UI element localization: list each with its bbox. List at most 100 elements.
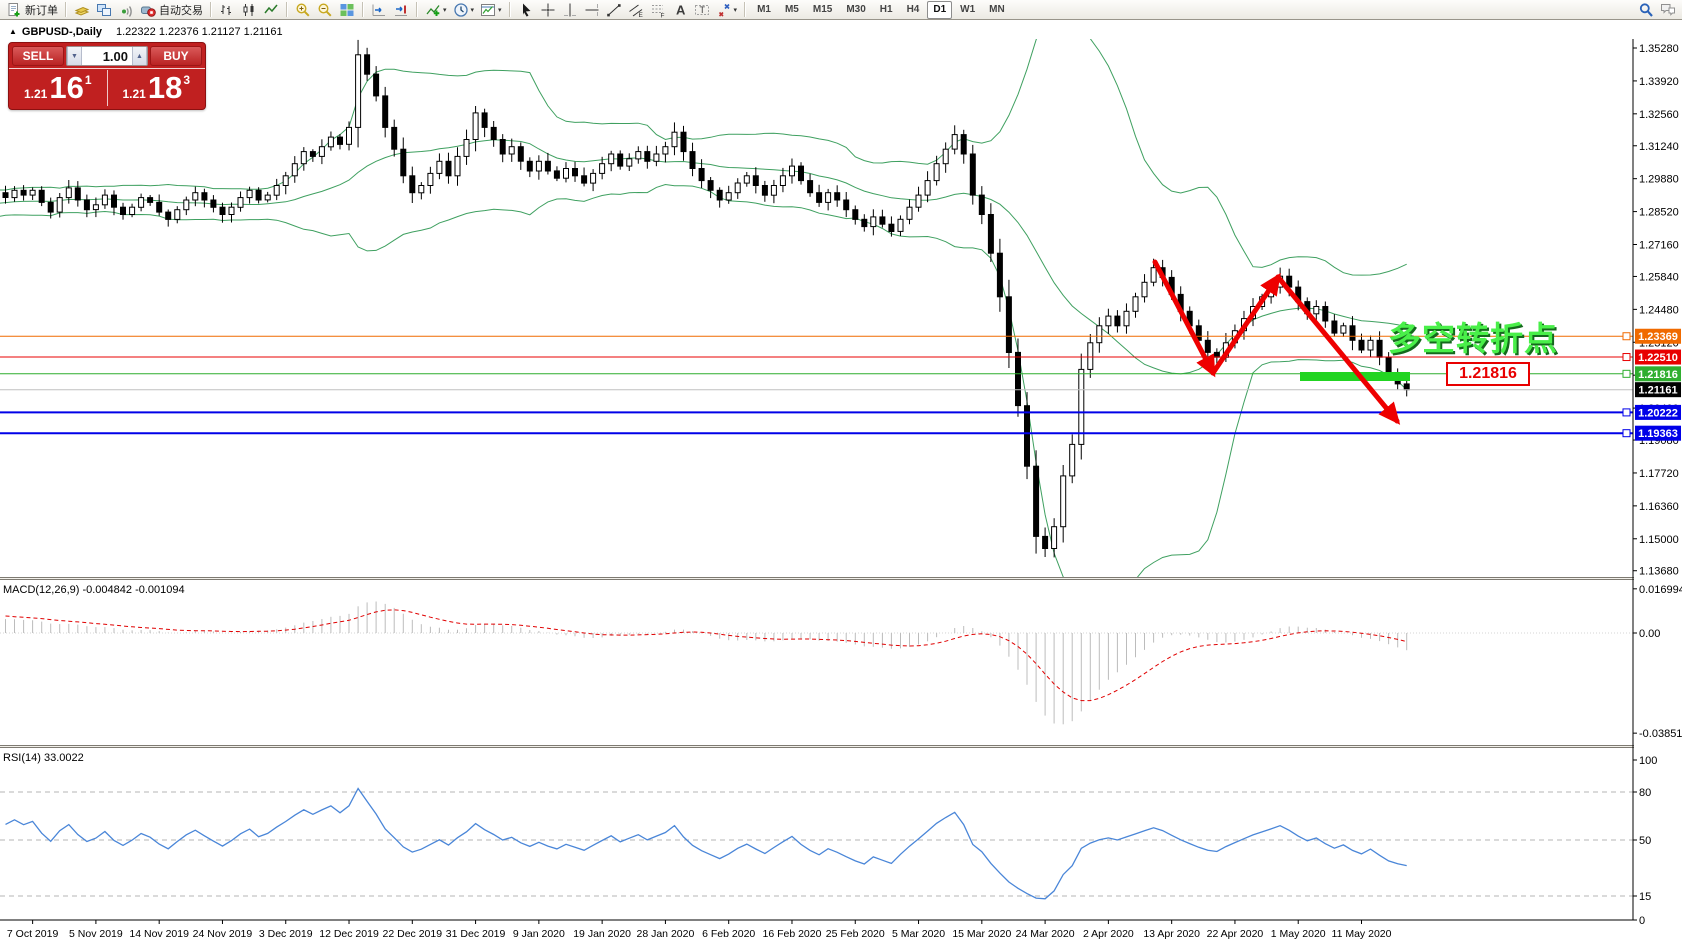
timeframe-w1-button[interactable]: W1 [954, 1, 981, 19]
templates-button[interactable]: ▾ [477, 1, 505, 19]
timeframe-h1-button[interactable]: H1 [874, 1, 899, 19]
timeframe-mn-button[interactable]: MN [983, 1, 1011, 19]
timeframe-d1-button[interactable]: D1 [927, 1, 952, 19]
svg-text:24 Nov 2019: 24 Nov 2019 [193, 928, 253, 940]
svg-text:14 Nov 2019: 14 Nov 2019 [129, 928, 189, 940]
volume-input[interactable] [82, 47, 132, 65]
channel-button[interactable]: E [625, 1, 647, 19]
svg-text:22 Apr 2020: 22 Apr 2020 [1207, 928, 1264, 940]
svg-text:2 Apr 2020: 2 Apr 2020 [1083, 928, 1134, 940]
indicators-add-button[interactable]: ▾ [422, 1, 450, 19]
zoom-out-button[interactable] [314, 1, 336, 19]
volume-increase-button[interactable]: ▲ [132, 47, 147, 65]
timeframe-h4-button[interactable]: H4 [901, 1, 926, 19]
periods-button[interactable]: ▾ [450, 1, 478, 19]
autoscroll-icon [371, 2, 387, 18]
indicators-add-icon [425, 2, 441, 18]
price-label-1.21161: 1.21161 [1635, 382, 1681, 397]
main-toolbar: 新订单 自动交易 ▾ ▾ ▾ EFAT ▾ M1M5M15M30H1H4D1W1MN [0, 0, 1682, 20]
candlestick-button[interactable] [238, 1, 260, 19]
arrows-button[interactable]: ▾ [713, 1, 741, 19]
timeframe-m1-button[interactable]: M1 [751, 1, 777, 19]
sell-price-prefix: 1.21 [24, 87, 47, 101]
dropdown-caret-icon[interactable]: ▾ [471, 6, 475, 14]
timeframe-m15-button[interactable]: M15 [807, 1, 838, 19]
trendline-button[interactable] [603, 1, 625, 19]
zoom-in-button[interactable] [292, 1, 314, 19]
cursor-button[interactable] [515, 1, 537, 19]
svg-text:15: 15 [1639, 891, 1651, 903]
panel-splitter[interactable] [0, 577, 1682, 580]
chart-shift-button[interactable] [390, 1, 412, 19]
svg-text:9 Jan 2020: 9 Jan 2020 [513, 928, 565, 940]
crosshair-button[interactable] [537, 1, 559, 19]
price-label-1.19363: 1.19363 [1635, 426, 1681, 441]
text-label-button[interactable]: T [691, 1, 713, 19]
sell-price-display[interactable]: 1.21161 [9, 70, 107, 106]
volume-decrease-button[interactable]: ▼ [67, 47, 82, 65]
svg-text:1.20222: 1.20222 [1638, 407, 1678, 419]
line-chart-button[interactable] [260, 1, 282, 19]
svg-text:19 Jan 2020: 19 Jan 2020 [573, 928, 631, 940]
sell-price-big: 16 [49, 70, 83, 106]
buy-price-display[interactable]: 1.21183 [107, 70, 206, 106]
svg-text:24 Mar 2020: 24 Mar 2020 [1016, 928, 1075, 940]
chart-canvas[interactable]: 1.352801.339201.325601.312401.298801.285… [0, 21, 1682, 943]
autotrading-button[interactable]: 自动交易 [137, 1, 206, 19]
text-button[interactable]: A [669, 1, 691, 19]
new-order-label: 新订单 [25, 2, 58, 18]
price-label-1.22510: 1.22510 [1635, 350, 1681, 365]
zoom-out-icon [317, 2, 333, 18]
svg-text:7 Oct 2019: 7 Oct 2019 [7, 928, 59, 940]
toolbar-separator [744, 2, 746, 17]
tile-windows-button[interactable] [336, 1, 358, 19]
svg-text:80: 80 [1639, 787, 1651, 799]
hline-button[interactable] [581, 1, 603, 19]
bollinger-bands [0, 21, 1407, 602]
dropdown-caret-icon[interactable]: ▾ [498, 6, 502, 14]
svg-text:50: 50 [1639, 835, 1651, 847]
panel-splitter[interactable] [0, 745, 1682, 748]
chart-window[interactable]: 1.352801.339201.325601.312401.298801.285… [0, 21, 1682, 943]
svg-text:1.17720: 1.17720 [1639, 468, 1679, 480]
sell-button[interactable]: SELL [12, 46, 64, 66]
annotation-cn-text[interactable]: 多空转折点 [1388, 312, 1558, 360]
toolbar-separator [210, 2, 212, 17]
chart-profile-button[interactable] [71, 1, 93, 19]
text-label-icon: T [694, 2, 710, 18]
annotation-price-tag[interactable]: 1.21816 [1446, 362, 1530, 386]
svg-text:0: 0 [1639, 915, 1645, 927]
bars-button[interactable] [216, 1, 238, 19]
chat-button[interactable] [1657, 1, 1679, 19]
dropdown-caret-icon[interactable]: ▾ [734, 6, 738, 14]
svg-text:15 Mar 2020: 15 Mar 2020 [952, 928, 1011, 940]
sell-price-sup: 1 [85, 73, 92, 87]
dropdown-caret-icon[interactable]: ▾ [443, 6, 447, 14]
svg-text:1.29880: 1.29880 [1639, 174, 1679, 186]
autoscroll-button[interactable] [368, 1, 390, 19]
signal-button[interactable] [115, 1, 137, 19]
price-axis[interactable]: 1.352801.339201.325601.312401.298801.285… [1633, 21, 1682, 927]
channel-icon: E [628, 2, 644, 18]
vline-button[interactable] [559, 1, 581, 19]
new-order-button[interactable]: 新订单 [3, 1, 61, 19]
svg-text:1.27160: 1.27160 [1639, 240, 1679, 252]
svg-text:1.28520: 1.28520 [1639, 207, 1679, 219]
chat-icon [1660, 2, 1676, 18]
date-axis[interactable]: 7 Oct 20195 Nov 201914 Nov 201924 Nov 20… [7, 920, 1392, 940]
timeframe-m5-button[interactable]: M5 [779, 1, 805, 19]
svg-text:100: 100 [1639, 755, 1657, 767]
chart-header: ▲GBPUSD-,Daily1.22322 1.22376 1.21127 1.… [9, 26, 283, 38]
horizontal-line-1.19363[interactable] [0, 430, 1633, 437]
symbol-collapse-icon[interactable]: ▲ [9, 27, 17, 36]
buy-button[interactable]: BUY [150, 46, 202, 66]
fibonacci-button[interactable]: F [647, 1, 669, 19]
toolbar-separator [416, 2, 418, 17]
rsi-line [6, 789, 1407, 899]
timeframe-m30-button[interactable]: M30 [840, 1, 871, 19]
chart-symbol-title: GBPUSD-,Daily [22, 26, 102, 38]
search-button[interactable] [1635, 1, 1657, 19]
hline-icon [584, 2, 600, 18]
windows-button[interactable] [93, 1, 115, 19]
svg-text:0.00: 0.00 [1639, 628, 1660, 640]
